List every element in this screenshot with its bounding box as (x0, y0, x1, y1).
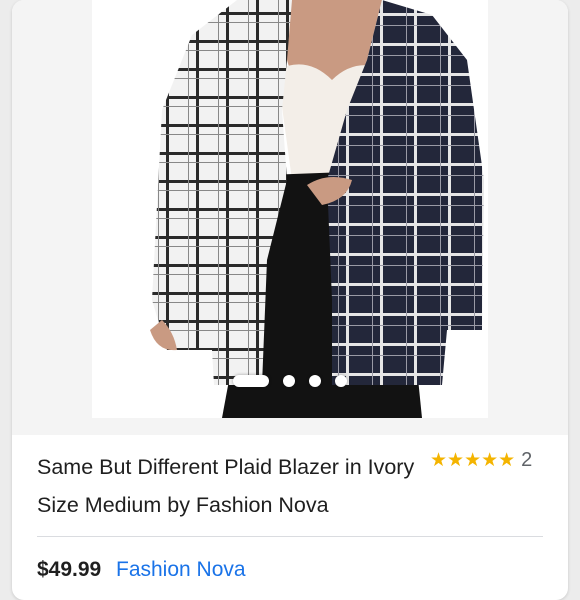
seller-link[interactable]: Fashion Nova (116, 558, 246, 582)
product-photo[interactable] (92, 0, 488, 418)
product-image-carousel[interactable] (12, 0, 568, 435)
product-price: $49.99 (37, 558, 102, 581)
carousel-dot-4[interactable] (335, 375, 347, 387)
carousel-dot-3[interactable] (309, 375, 321, 387)
product-card[interactable]: Same But Different Plaid Blazer in Ivory… (12, 0, 568, 600)
carousel-indicators (12, 373, 568, 389)
product-title[interactable]: Same But Different Plaid Blazer in Ivory… (37, 448, 417, 524)
carousel-dot-1-active[interactable] (233, 375, 269, 387)
divider (37, 536, 543, 537)
carousel-dot-2[interactable] (283, 375, 295, 387)
rating-count: 2 (521, 449, 533, 471)
product-rating[interactable]: ★★★★★ 2 (430, 449, 532, 472)
rating-stars-icon: ★★★★★ (430, 450, 516, 471)
